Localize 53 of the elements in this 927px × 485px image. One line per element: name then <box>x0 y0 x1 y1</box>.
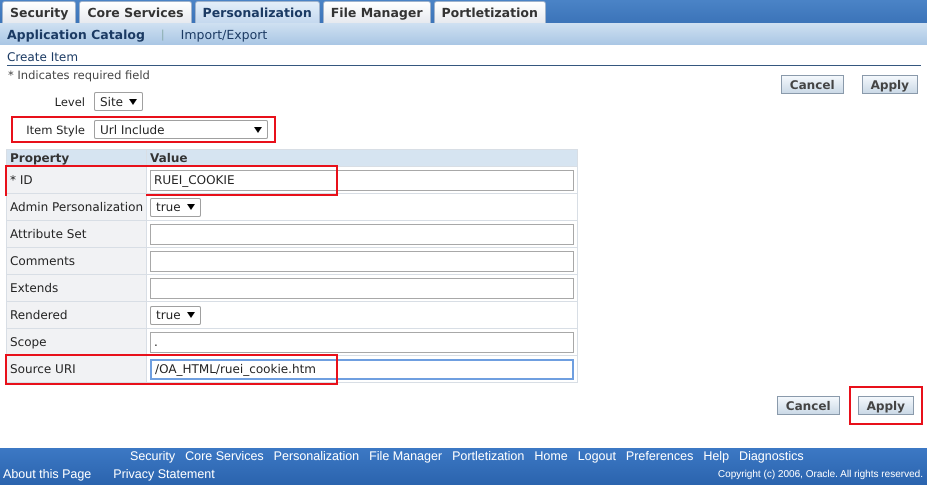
dropdown-arrow-icon <box>254 126 262 132</box>
dropdown[interactable]: true <box>150 306 201 324</box>
tab[interactable]: Portletization <box>434 1 546 23</box>
tab[interactable]: Core Services <box>79 1 192 23</box>
property-label: Scope <box>10 335 47 349</box>
dropdown-arrow-icon <box>186 204 195 210</box>
required-note: * Indicates required field <box>8 68 151 82</box>
field-label: Item Style <box>25 122 85 136</box>
cancel-button[interactable]: Cancel <box>780 75 844 94</box>
footer-link[interactable]: Diagnostics <box>739 449 804 463</box>
footer-link[interactable]: Privacy Statement <box>113 467 215 481</box>
footer-link[interactable]: Portletization <box>452 449 524 463</box>
column-header: Property <box>6 150 147 166</box>
tab[interactable]: File Manager <box>322 1 430 23</box>
dropdown-arrow-icon <box>129 98 138 104</box>
dropdown-arrow-icon <box>186 312 195 318</box>
property-label: Rendered <box>10 308 68 322</box>
footer-link[interactable]: Help <box>703 449 730 463</box>
input-field[interactable]: . <box>150 332 574 352</box>
input-field[interactable]: /OA_HTML/ruei_cookie.htm <box>150 358 574 380</box>
property-label: Extends <box>10 281 58 295</box>
tab[interactable]: Security <box>2 1 76 23</box>
dropdown[interactable]: true <box>150 198 201 216</box>
subtab-link[interactable]: Application Catalog <box>7 26 145 42</box>
footer-link[interactable]: Preferences <box>626 449 694 463</box>
footer-link[interactable]: Security <box>130 449 176 463</box>
apply-button[interactable]: Apply <box>858 396 914 415</box>
property-label: Attribute Set <box>10 227 87 241</box>
property-label: Admin Personalization <box>10 200 144 214</box>
cancel-button[interactable]: Cancel <box>776 396 840 415</box>
section-title: Create Item <box>7 50 921 66</box>
footer-link[interactable]: Core Services <box>185 449 264 463</box>
input-field[interactable]: RUEI_COOKIE <box>150 170 574 190</box>
property-label: Source URI <box>10 362 76 376</box>
footer-link[interactable]: About this Page <box>3 467 92 481</box>
property-label: Comments <box>10 254 76 268</box>
input-field[interactable] <box>150 250 574 272</box>
column-header: Value <box>146 150 578 166</box>
separator: | <box>160 28 165 40</box>
tab[interactable]: Personalization <box>194 1 320 23</box>
footer-link[interactable]: File Manager <box>369 449 442 463</box>
footer-link[interactable]: Home <box>534 449 568 463</box>
footer-link[interactable]: Personalization <box>274 449 360 463</box>
apply-button[interactable]: Apply <box>862 75 918 94</box>
footer-link[interactable]: Logout <box>578 449 616 463</box>
dropdown[interactable]: Site <box>94 92 144 111</box>
input-field[interactable] <box>150 278 574 298</box>
property-label: * ID <box>10 173 33 187</box>
subtab-link[interactable]: Import/Export <box>180 26 268 42</box>
field-label: Level <box>54 94 85 108</box>
copyright-text: Copyright (c) 2006, Oracle. All rights reserved. <box>718 468 923 480</box>
dropdown[interactable]: Url Include <box>94 120 268 139</box>
input-field[interactable] <box>150 224 574 244</box>
